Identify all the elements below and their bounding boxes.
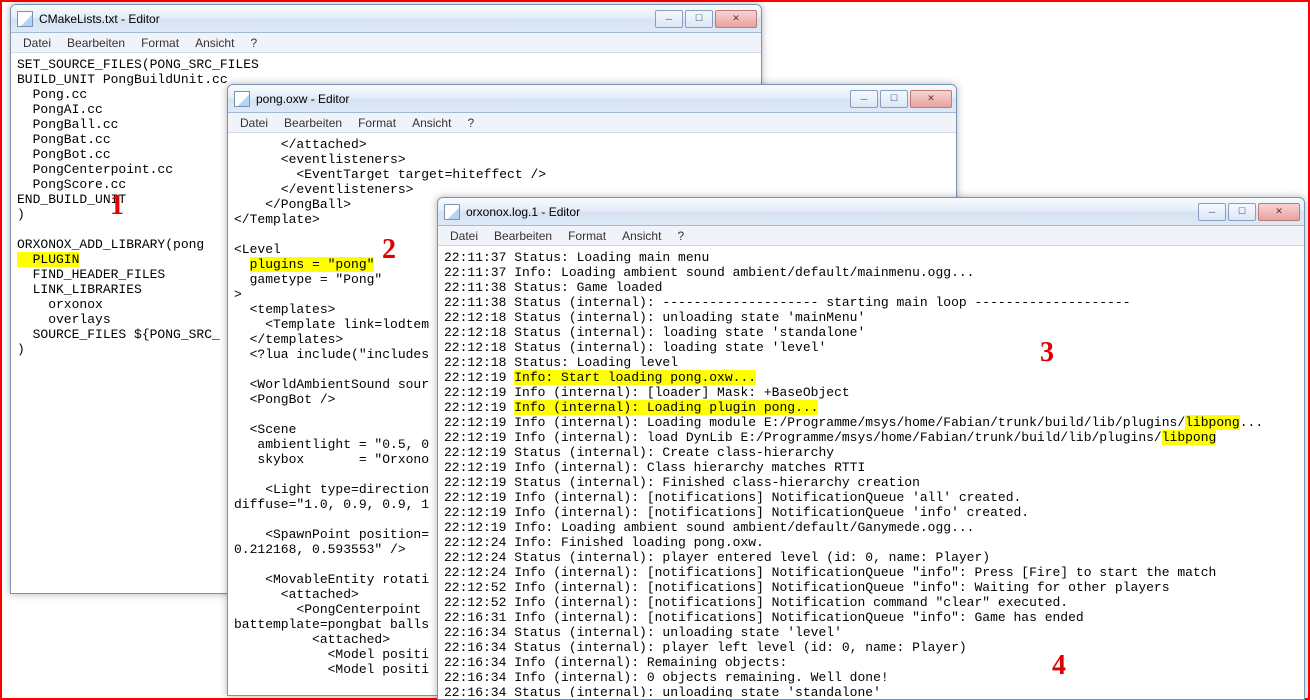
titlebar-cmakelists[interactable]: CMakeLists.txt - Editor ─ ☐ ✕ — [11, 5, 761, 33]
menu-ansicht[interactable]: Ansicht — [614, 227, 669, 245]
window-title: pong.oxw - Editor — [256, 92, 848, 106]
highlight-plugin: PLUGIN — [17, 252, 79, 267]
minimize-button[interactable]: ─ — [655, 10, 683, 28]
menu-datei[interactable]: Datei — [232, 114, 276, 132]
window-title: orxonox.log.1 - Editor — [466, 205, 1196, 219]
menu-help[interactable]: ? — [242, 34, 265, 52]
menu-bearbeiten[interactable]: Bearbeiten — [59, 34, 133, 52]
minimize-button[interactable]: ─ — [850, 90, 878, 108]
highlight-start-loading: Info: Start loading pong.oxw... — [514, 370, 756, 385]
menu-ansicht[interactable]: Ansicht — [404, 114, 459, 132]
menu-help[interactable]: ? — [459, 114, 482, 132]
menubar: Datei Bearbeiten Format Ansicht ? — [11, 33, 761, 53]
menu-bearbeiten[interactable]: Bearbeiten — [486, 227, 560, 245]
menu-format[interactable]: Format — [133, 34, 187, 52]
titlebar-log[interactable]: orxonox.log.1 - Editor ─ ☐ ✕ — [438, 198, 1304, 226]
window-log: orxonox.log.1 - Editor ─ ☐ ✕ Datei Bearb… — [437, 197, 1305, 700]
menu-help[interactable]: ? — [669, 227, 692, 245]
maximize-button[interactable]: ☐ — [880, 90, 908, 108]
menu-datei[interactable]: Datei — [442, 227, 486, 245]
menu-ansicht[interactable]: Ansicht — [187, 34, 242, 52]
highlight-loading-plugin: Info (internal): Loading plugin pong... — [514, 400, 818, 415]
menu-format[interactable]: Format — [350, 114, 404, 132]
minimize-button[interactable]: ─ — [1198, 203, 1226, 221]
close-button[interactable]: ✕ — [715, 10, 757, 28]
menu-format[interactable]: Format — [560, 227, 614, 245]
window-title: CMakeLists.txt - Editor — [39, 12, 653, 26]
maximize-button[interactable]: ☐ — [1228, 203, 1256, 221]
document-icon — [234, 91, 250, 107]
editor-content-log[interactable]: 22:11:37 Status: Loading main menu 22:11… — [440, 248, 1302, 697]
menu-bearbeiten[interactable]: Bearbeiten — [276, 114, 350, 132]
highlight-plugins-line: plugins = "pong" — [250, 257, 375, 272]
document-icon — [17, 11, 33, 27]
highlight-libpong: libpong — [1185, 415, 1240, 430]
close-button[interactable]: ✕ — [1258, 203, 1300, 221]
titlebar-pongoxw[interactable]: pong.oxw - Editor ─ ☐ ✕ — [228, 85, 956, 113]
menu-datei[interactable]: Datei — [15, 34, 59, 52]
menubar: Datei Bearbeiten Format Ansicht ? — [438, 226, 1304, 246]
close-button[interactable]: ✕ — [910, 90, 952, 108]
highlight-libpong: libpong — [1162, 430, 1217, 445]
maximize-button[interactable]: ☐ — [685, 10, 713, 28]
menubar: Datei Bearbeiten Format Ansicht ? — [228, 113, 956, 133]
document-icon — [444, 204, 460, 220]
